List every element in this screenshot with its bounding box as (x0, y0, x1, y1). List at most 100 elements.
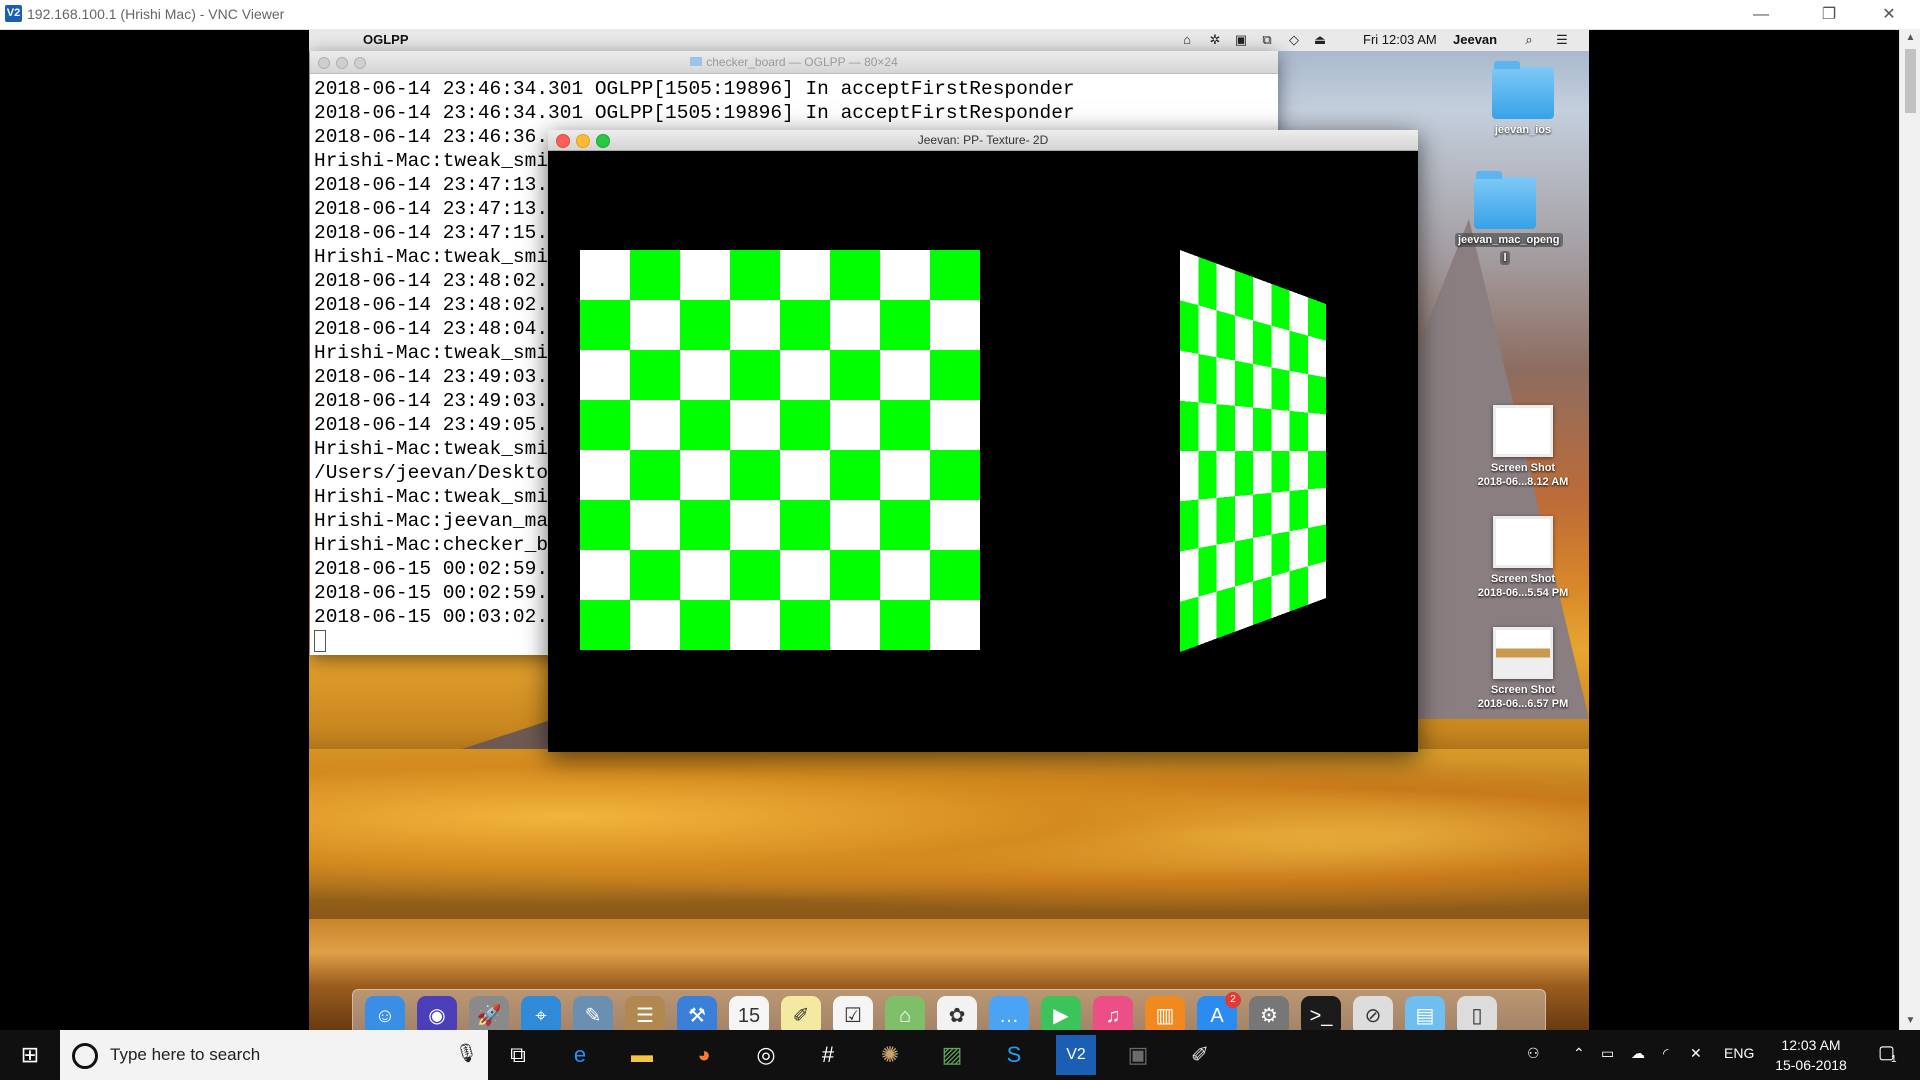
remote-desktop[interactable]: OGLPP ⌂ ✲ ▣ ⧉ ◇ ⏏ Fri 12:03 AM Jeevan ⌕ … (309, 29, 1589, 1030)
menubar-clock[interactable]: Fri 12:03 AM (1363, 32, 1437, 47)
display-icon[interactable]: ⧉ (1259, 32, 1275, 48)
close-button[interactable]: ✕ (1866, 0, 1912, 29)
chrome-like-icon[interactable]: ◎ (746, 1035, 786, 1075)
checker-cell (680, 450, 730, 500)
app-menu-name[interactable]: OGLPP (363, 32, 409, 47)
downloads-folder-icon[interactable]: ▤ (1405, 996, 1445, 1030)
checker-cell (680, 300, 730, 350)
edge-icon[interactable]: e (560, 1035, 600, 1075)
screenshot-file-icon (1493, 405, 1553, 457)
restore-button[interactable]: ❐ (1806, 0, 1852, 29)
task-view-icon[interactable]: ⧉ (498, 1035, 538, 1075)
appstore-icon[interactable]: A2 (1197, 992, 1241, 1030)
volume-muted-icon[interactable]: ✕ (1690, 1045, 1702, 1062)
finder-icon[interactable]: ▣ (1233, 32, 1249, 48)
file-explorer-icon[interactable]: ▬ (622, 1035, 662, 1075)
preview-icon[interactable]: ✎ (573, 996, 613, 1030)
ibooks-icon[interactable]: ▥ (1145, 996, 1185, 1030)
checkerboard-tilted (1180, 250, 1326, 652)
launchpad-icon[interactable]: 🚀 (469, 996, 509, 1030)
firefox-icon[interactable]: ◕ (684, 1035, 724, 1075)
paint-tool-icon[interactable]: ▣ (1118, 1035, 1158, 1075)
checker-cell (1271, 283, 1290, 331)
eject-icon[interactable]: ⏏ (1312, 32, 1328, 48)
desktop-folder[interactable]: jeevan_ios (1473, 61, 1573, 137)
microphone-icon[interactable]: 🎙 (455, 1043, 478, 1064)
checker-cell (630, 500, 680, 550)
checker-cell (1307, 524, 1326, 567)
xcode-icon[interactable]: ⚒ (677, 996, 717, 1030)
desktop-folder[interactable]: jeevan_mac_openg l (1455, 171, 1563, 266)
action-center-icon[interactable]: ▢1 (1878, 1042, 1901, 1065)
gear-icon[interactable]: ✲ (1207, 32, 1223, 48)
notification-center-icon[interactable]: ☰ (1554, 32, 1570, 48)
checker-cell (1307, 297, 1326, 341)
paint-icon[interactable]: ✐ (1180, 1035, 1220, 1075)
trash-icon[interactable]: ▯ (1457, 996, 1497, 1030)
contacts-icon[interactable]: ☰ (625, 996, 665, 1030)
checker-cell (880, 400, 930, 450)
checker-cell (1216, 310, 1235, 361)
desktop-file[interactable]: Screen Shot 2018-06...6.57 PM (1473, 627, 1573, 711)
terminal-icon[interactable]: >_ (1301, 996, 1341, 1030)
image-editor-icon[interactable]: ▨ (932, 1035, 972, 1075)
photos-icon[interactable]: ✿ (937, 996, 977, 1030)
menubar-user[interactable]: Jeevan (1453, 32, 1497, 47)
checker-cell (1253, 534, 1272, 582)
windows-start-icon[interactable]: ⊞ (0, 1030, 60, 1080)
checker-cell (730, 350, 780, 400)
windows-taskbar: ⊞ Type here to search 🎙 ⧉ e ▬ ◕ ◎ # ✺ ▨ S V2 ▣ ✐ ⚇ … (0, 1030, 1920, 1080)
calendar-icon[interactable]: 15 (729, 996, 769, 1030)
checker-cell (780, 450, 830, 500)
checker-cell (1253, 277, 1272, 326)
skype-icon[interactable]: S (994, 1035, 1034, 1075)
scroll-thumb[interactable] (1905, 49, 1916, 113)
settings-app-icon[interactable]: ✺ (870, 1035, 910, 1075)
desktop-file[interactable]: Screen Shot 2018-06...8.12 AM (1473, 405, 1573, 489)
siri-icon[interactable]: ◉ (417, 996, 457, 1030)
screenshot-file-icon (1493, 516, 1553, 568)
vnc-viewer-icon[interactable]: V2 (1056, 1035, 1096, 1075)
terminal-line: 2018-06-14 23:46:34.301 OGLPP[1505:19896… (314, 78, 1075, 100)
checker-cell (1271, 491, 1290, 535)
desktop-icon-label: jeevan_ios (1494, 124, 1552, 136)
system-preferences-icon[interactable]: ⚙ (1249, 996, 1289, 1030)
gl-title-bar[interactable]: Jeevan: PP- Texture- 2D (548, 130, 1418, 151)
notes-icon[interactable]: ✐ (781, 996, 821, 1030)
minimize-button[interactable]: — (1738, 0, 1784, 29)
input-language[interactable]: ENG (1724, 1045, 1754, 1061)
people-icon[interactable]: ⚇ (1527, 1045, 1540, 1062)
terminal-title-bar[interactable]: checker_board — OGLPP — 80×24 (310, 51, 1278, 74)
scroll-up-arrow-icon[interactable]: ▲ (1900, 29, 1920, 47)
vnc-vertical-scrollbar[interactable]: ▲ ▼ (1899, 29, 1920, 1030)
terminal-title: checker_board — OGLPP — 80×24 (310, 55, 1278, 69)
taskbar-search-box[interactable]: Type here to search 🎙 (60, 1030, 488, 1080)
desktop-file[interactable]: Screen Shot 2018-06...5.54 PM (1473, 516, 1573, 600)
cortana-icon[interactable] (72, 1043, 98, 1069)
airplay-icon[interactable]: ⌂ (1179, 32, 1195, 48)
checker-cell (830, 350, 880, 400)
safari-icon[interactable]: ⌖ (521, 996, 561, 1030)
opengl-window[interactable]: Jeevan: PP- Texture- 2D (548, 130, 1418, 752)
maps-icon[interactable]: ⌂ (885, 996, 925, 1030)
messages-icon[interactable]: … (989, 996, 1029, 1030)
reminders-icon[interactable]: ☑ (833, 996, 873, 1030)
finder-icon[interactable]: ☺ (365, 996, 405, 1030)
onedrive-icon[interactable]: ☁ (1631, 1045, 1645, 1062)
facetime-icon[interactable]: ▶ (1041, 996, 1081, 1030)
scroll-down-arrow-icon[interactable]: ▼ (1900, 1012, 1920, 1030)
slack-icon[interactable]: # (808, 1035, 848, 1075)
checker-cell (680, 350, 730, 400)
show-hidden-icons-icon[interactable]: ⌃ (1573, 1045, 1585, 1062)
spotlight-search-icon[interactable]: ⌕ (1521, 32, 1537, 48)
blocked-app-icon[interactable]: ⊘ (1353, 996, 1393, 1030)
battery-icon[interactable]: ▭ (1601, 1045, 1614, 1062)
itunes-icon[interactable]: ♫ (1093, 996, 1133, 1030)
checker-cell (1307, 374, 1326, 415)
checker-cell (880, 550, 930, 600)
gl-canvas[interactable] (548, 150, 1418, 752)
wifi-icon[interactable]: ◇ (1286, 32, 1302, 48)
checker-cell (680, 500, 730, 550)
taskbar-clock[interactable]: 12:03 AM 15-06-2018 (1766, 1035, 1856, 1075)
network-icon[interactable]: ◜ (1663, 1045, 1668, 1062)
